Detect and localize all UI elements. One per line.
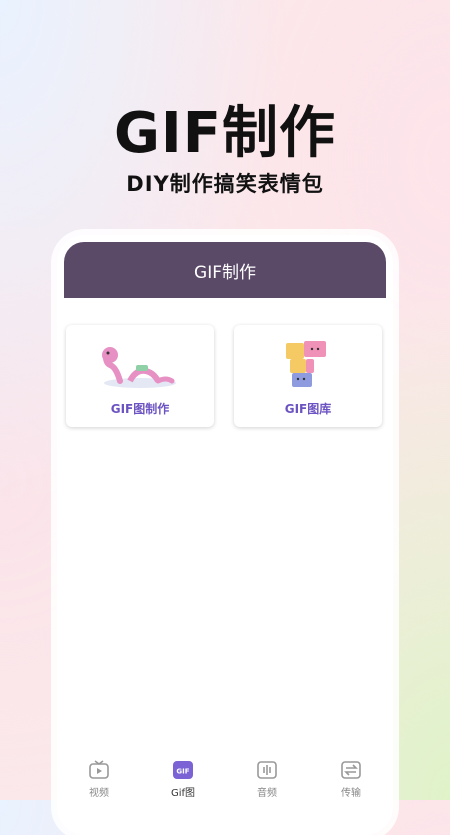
gif-icon-text: GIF: [176, 768, 189, 776]
tab-label-video: 视频: [89, 788, 109, 799]
tab-label-gif: Gif图: [170, 788, 196, 799]
gif-maker-card[interactable]: GIF图制作: [66, 325, 214, 427]
transfer-icon: [341, 761, 361, 779]
tab-audio[interactable]: 音频: [232, 755, 302, 799]
tab-gif[interactable]: GIF Gif图: [148, 755, 218, 799]
app-header: GIF制作: [64, 242, 386, 298]
gif-library-label: GIF图库: [284, 402, 332, 416]
tab-transfer[interactable]: 传输: [316, 755, 386, 799]
phone-screen: GIF制作 GIF图制作 GIF图库: [57, 235, 393, 835]
gif-maker-label: GIF图制作: [110, 402, 170, 416]
audio-icon: [257, 761, 277, 779]
tab-video[interactable]: 视频: [64, 755, 134, 799]
dinosaur-illustration: [102, 347, 176, 388]
app-header-title: GIF制作: [194, 262, 256, 283]
tab-label-audio: 音频: [257, 788, 277, 799]
tab-label-transfer: 传输: [341, 788, 361, 799]
bottom-tab-bar: 视频 GIF Gif图 音频 传输: [57, 755, 393, 800]
gif-icon: GIF: [173, 761, 193, 779]
blocks-illustration: [286, 341, 326, 387]
tv-icon: [89, 760, 109, 779]
hero-subtitle: DIY制作搞笑表情包: [126, 172, 324, 196]
gif-library-card[interactable]: GIF图库: [234, 325, 382, 427]
hero-title: GIF制作: [113, 101, 337, 166]
